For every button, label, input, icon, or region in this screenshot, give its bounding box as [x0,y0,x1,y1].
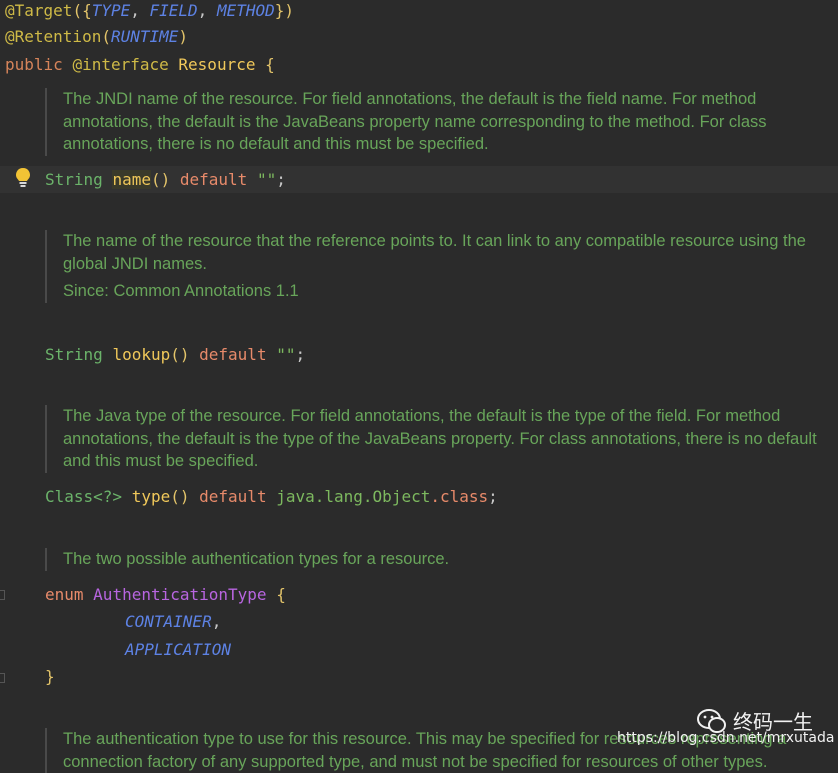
enum-constant-line[interactable]: APPLICATION [125,639,231,661]
doc-lookup-text: The name of the resource that the refere… [63,232,806,273]
interface-declaration-line[interactable]: public @interface Resource { [5,54,275,76]
type-default-keyword: default [199,487,267,506]
enum-constant-line[interactable]: CONTAINER, [125,611,221,633]
target-field: FIELD [149,1,198,20]
retention-annotation: @Retention [5,27,102,46]
lookup-method[interactable]: lookup [112,345,170,364]
lookup-default-keyword: default [199,345,267,364]
type-method[interactable]: type [132,487,171,506]
watermark-url: https://blog.csdn.net/mrxutada [617,730,835,746]
doc-comment-type: The Java type of the resource. For field… [45,405,835,473]
doc-comment-lookup: The name of the resource that the refere… [45,230,835,303]
name-default-keyword: default [179,170,248,189]
type-default-package: java.lang.Object [276,487,431,506]
name-default-value: "" [256,170,277,189]
doc-lookup-since: Since: Common Annotations 1.1 [63,282,299,300]
interface-name: Resource [178,55,256,74]
enum-constant-application: APPLICATION [125,640,231,659]
lookup-element-line[interactable]: String lookup() default ""; [45,344,305,366]
target-annotation: @Target [5,1,73,20]
name-return-type: String [45,170,103,189]
type-default-class-literal: .class [430,487,489,506]
name-method[interactable]: name [112,170,151,189]
enum-close-line: } [45,667,55,686]
retention-annotation-line[interactable]: @Retention(RUNTIME) [5,26,188,48]
interface-keyword: @interface [72,55,169,74]
enum-keyword: enum [45,585,84,604]
target-method: METHOD [216,1,275,20]
name-element-line[interactable]: String name() default ""; [45,169,286,191]
enum-name: AuthenticationType [93,585,267,604]
lookup-return-type: String [45,345,103,364]
type-return-type: Class<?> [45,487,123,506]
doc-comment-name: The JNDI name of the resource. For field… [45,88,835,156]
doc-name-text: The JNDI name of the resource. For field… [63,90,767,153]
enum-declaration-line[interactable]: enum AuthenticationType { [45,584,286,606]
fold-marker-close[interactable] [0,673,5,683]
lookup-default-value: "" [276,345,296,364]
doc-comment-auth: The two possible authentication types fo… [45,548,835,571]
target-annotation-line[interactable]: @Target({TYPE, FIELD, METHOD}) [5,0,294,22]
doc-type-text: The Java type of the resource. For field… [63,407,817,470]
doc-auth-text: The two possible authentication types fo… [63,550,450,568]
fold-marker-open[interactable] [0,590,5,600]
target-type: TYPE [91,1,131,20]
enum-constant-container: CONTAINER [125,612,212,631]
public-keyword: public [5,55,63,74]
retention-value: RUNTIME [110,27,179,46]
lightbulb-icon[interactable] [13,167,33,189]
type-element-line[interactable]: Class<?> type() default java.lang.Object… [45,486,498,508]
